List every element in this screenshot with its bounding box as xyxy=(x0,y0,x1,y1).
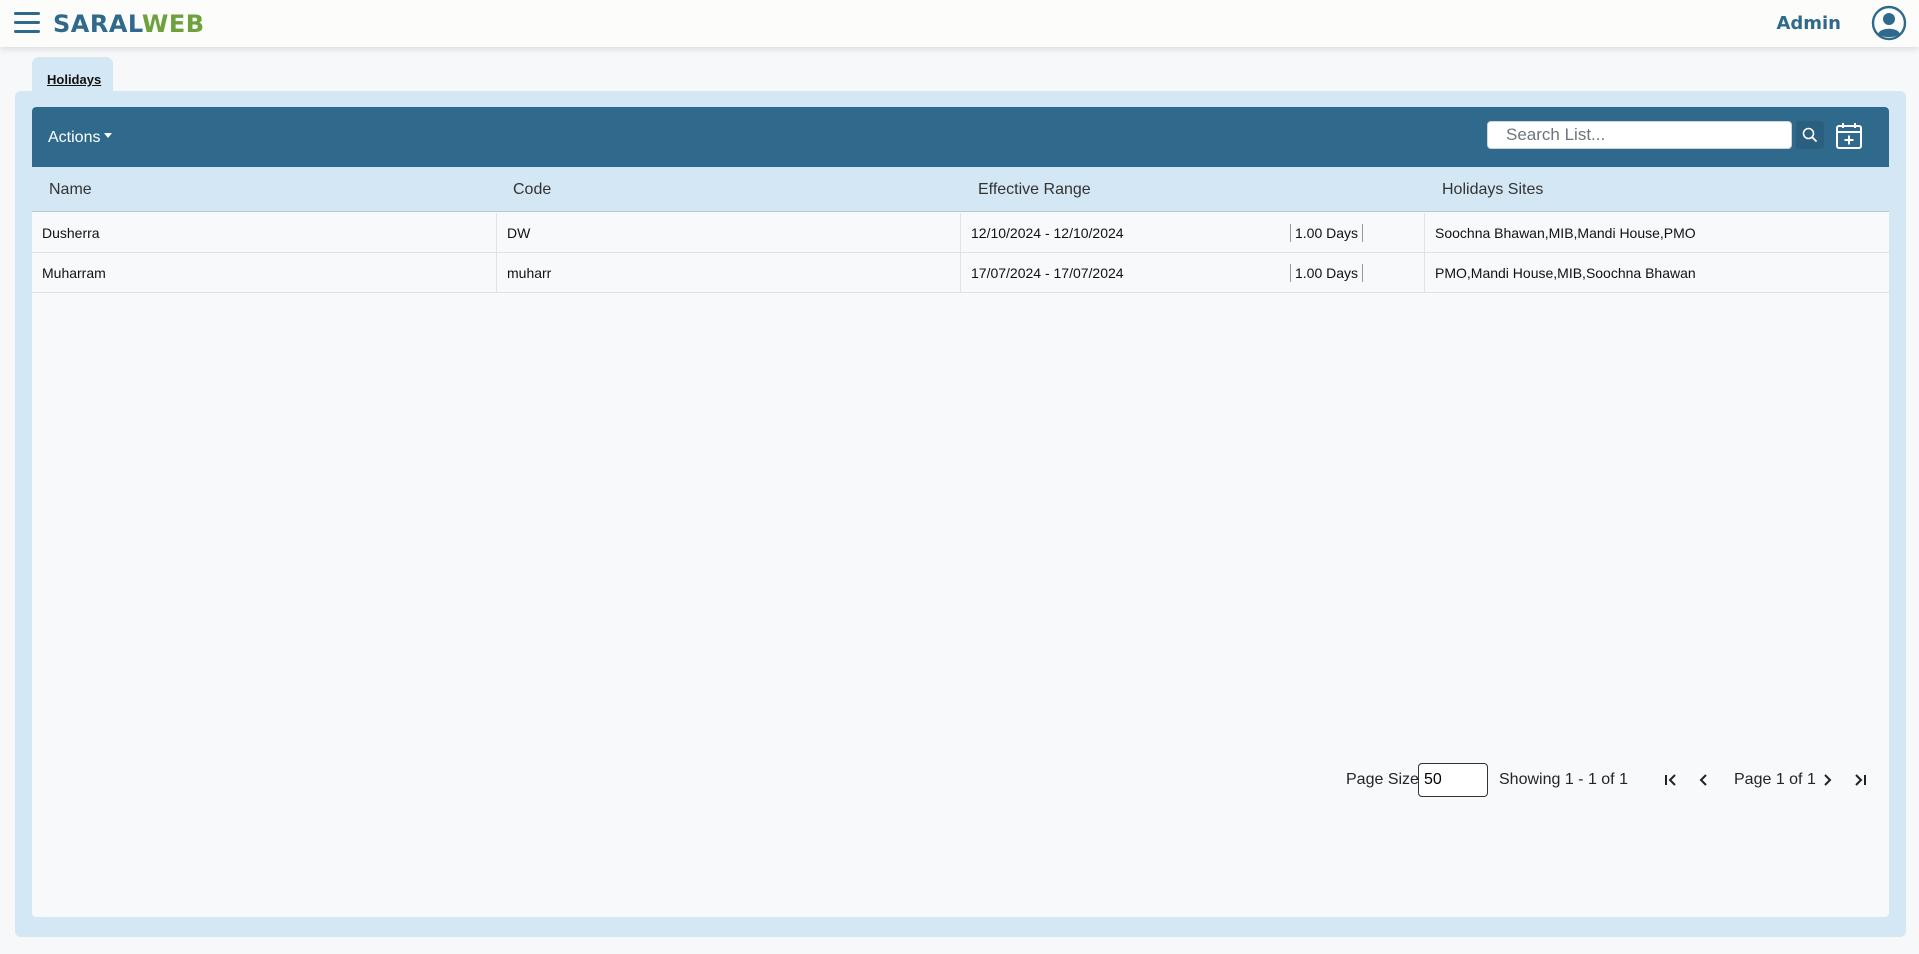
actions-dropdown[interactable]: Actions xyxy=(48,129,113,147)
previous-page-icon[interactable] xyxy=(1693,770,1713,790)
cell-effective-range: 17/07/2024 - 17/07/2024 1.00 Days xyxy=(960,253,1424,293)
search-button[interactable] xyxy=(1796,121,1824,149)
column-header-effective-range[interactable]: Effective Range xyxy=(978,181,1091,199)
days-badge: 1.00 Days xyxy=(1290,224,1364,242)
top-bar: SARALWEB Admin xyxy=(0,0,1919,47)
days-badge: 1.00 Days xyxy=(1290,264,1364,282)
list-toolbar: Actions xyxy=(32,107,1889,167)
search-input[interactable] xyxy=(1487,121,1792,149)
page-size-label: Page Size xyxy=(1346,771,1419,788)
main-container: Actions Name Code Effective Range xyxy=(15,91,1906,937)
table-header: Name Code Effective Range Holidays Sites xyxy=(32,167,1889,212)
tab-holidays-label[interactable]: Holidays xyxy=(47,72,101,87)
showing-count: Showing 1 - 1 of 1 xyxy=(1499,771,1628,788)
range-text: 17/07/2024 - 17/07/2024 xyxy=(971,265,1124,281)
search-icon xyxy=(1802,127,1817,142)
table-row[interactable]: Dusherra DW 12/10/2024 - 12/10/2024 1.00… xyxy=(32,213,1889,253)
table-row[interactable]: Muharram muharr 17/07/2024 - 17/07/2024 … xyxy=(32,253,1889,293)
tab-holidays[interactable]: Holidays xyxy=(32,57,113,93)
first-page-icon[interactable] xyxy=(1661,770,1681,790)
page-size-input[interactable] xyxy=(1418,763,1488,797)
range-text: 12/10/2024 - 12/10/2024 xyxy=(971,225,1124,241)
user-avatar-icon[interactable] xyxy=(1871,5,1907,41)
cell-effective-range: 12/10/2024 - 12/10/2024 1.00 Days xyxy=(960,213,1424,253)
column-header-code[interactable]: Code xyxy=(513,181,551,199)
hamburger-menu-icon[interactable] xyxy=(14,12,40,34)
column-header-name[interactable]: Name xyxy=(49,181,92,199)
list-panel: Actions Name Code Effective Range xyxy=(32,107,1889,917)
brand-logo: SARALWEB xyxy=(53,10,205,38)
page-indicator: Page 1 of 1 xyxy=(1734,771,1816,788)
brand-part-1: SARAL xyxy=(53,10,142,38)
cell-name: Muharram xyxy=(42,265,106,281)
cell-holidays-sites: PMO,Mandi House,MIB,Soochna Bhawan xyxy=(1424,253,1889,293)
last-page-icon[interactable] xyxy=(1850,770,1870,790)
next-page-icon[interactable] xyxy=(1818,770,1838,790)
actions-label: Actions xyxy=(48,129,101,146)
column-header-holidays-sites[interactable]: Holidays Sites xyxy=(1442,181,1543,199)
brand-part-2: WEB xyxy=(141,10,205,38)
caret-down-icon xyxy=(104,133,113,139)
cell-code: muharr xyxy=(496,253,960,293)
cell-name: Dusherra xyxy=(42,225,100,241)
add-holiday-calendar-icon[interactable] xyxy=(1832,119,1866,153)
cell-code: DW xyxy=(496,213,960,253)
cell-holidays-sites: Soochna Bhawan,MIB,Mandi House,PMO xyxy=(1424,213,1889,253)
user-name[interactable]: Admin xyxy=(1776,13,1841,34)
